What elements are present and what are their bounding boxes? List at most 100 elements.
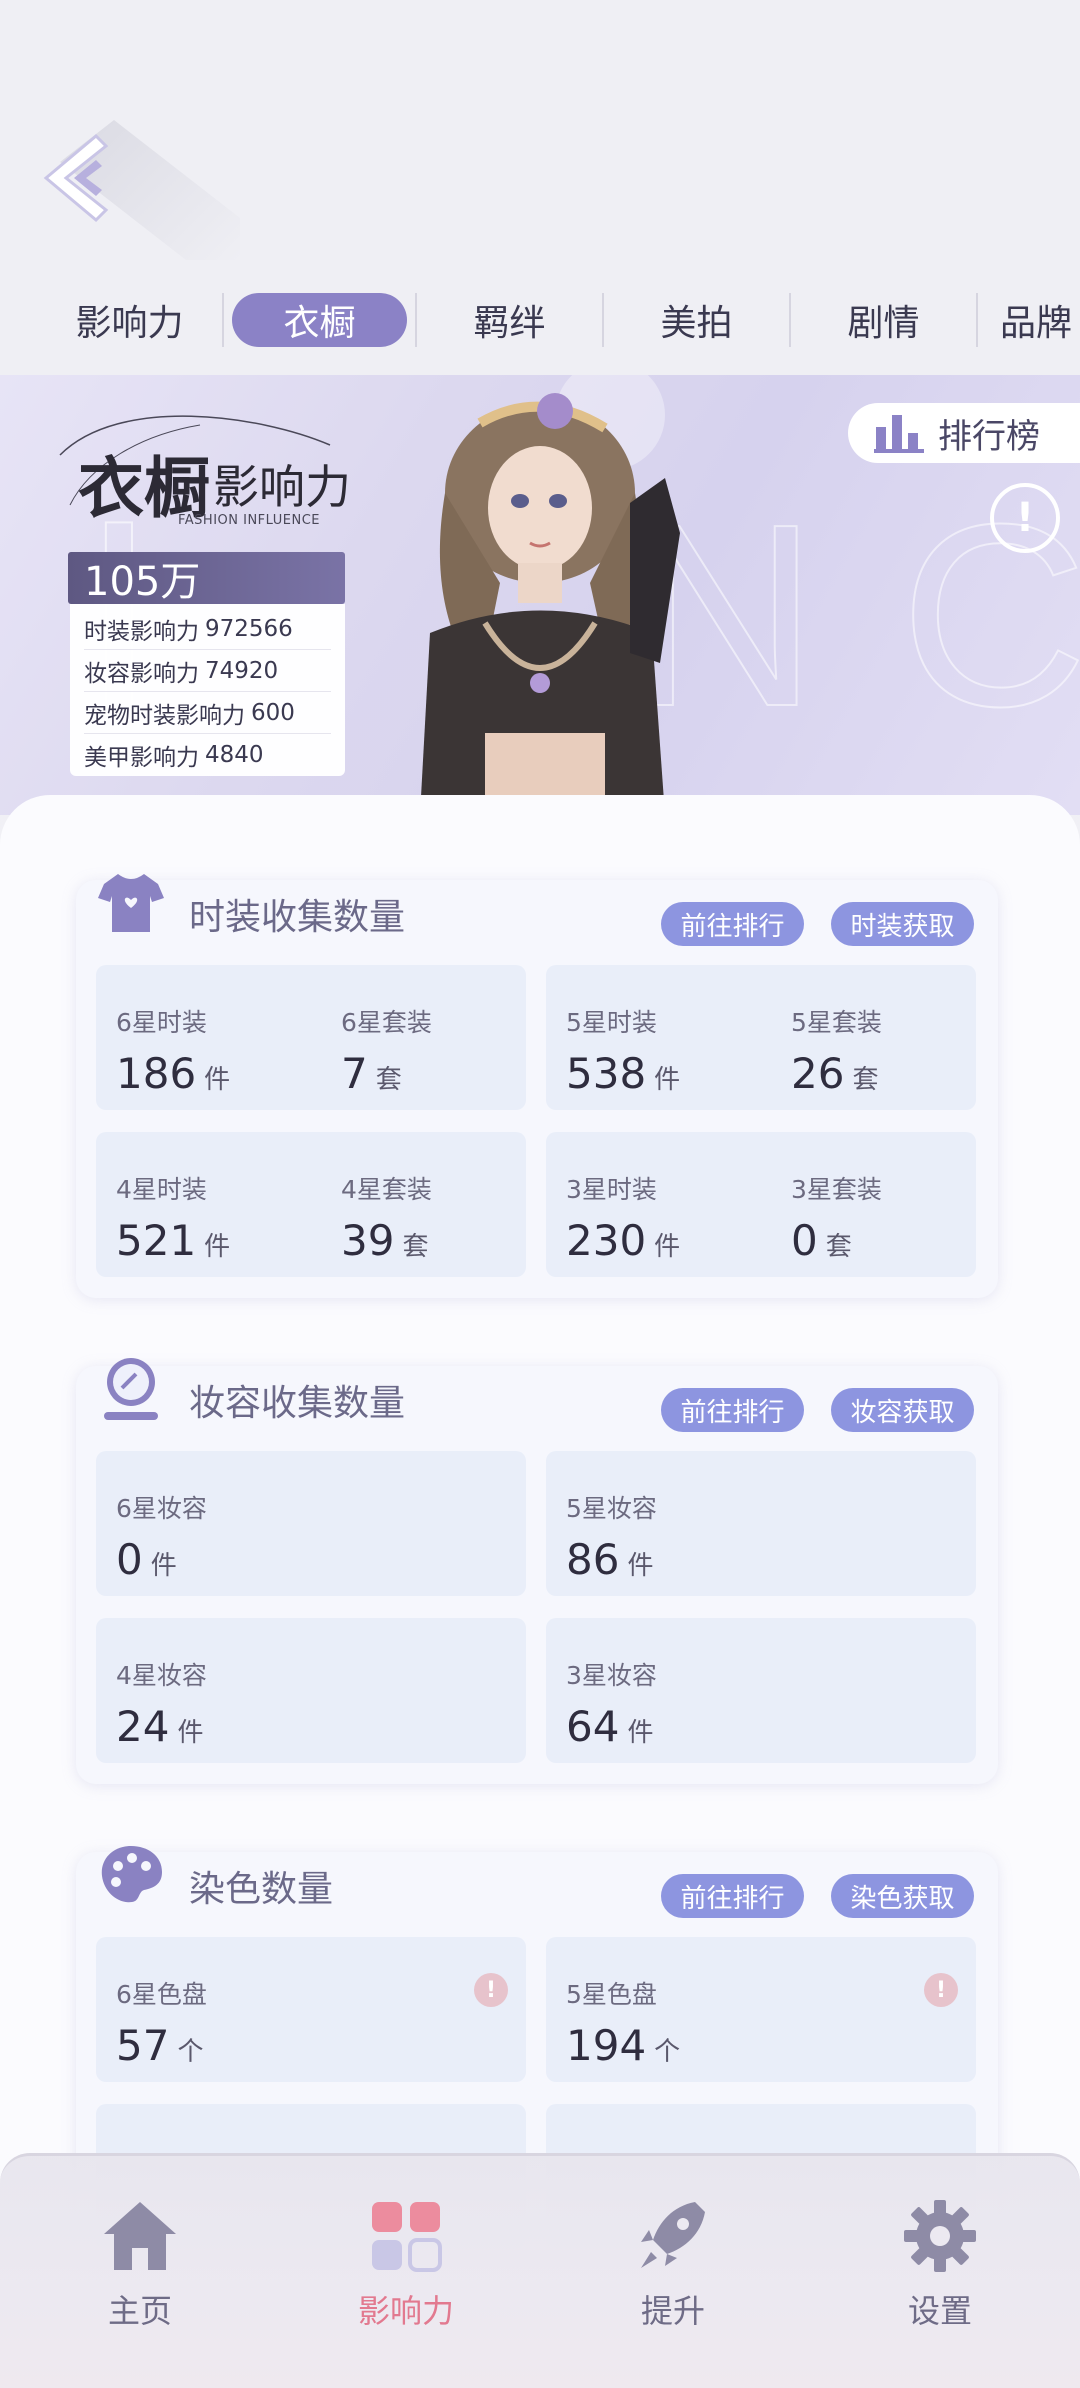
section-header: 染色数量 前往排行 染色获取	[76, 1846, 998, 1937]
stat-label: 5星妆容	[566, 1494, 657, 1523]
influence-breakdown: 时装影响力 972566 妆容影响力 74920 宠物时装影响力 600 美甲影…	[70, 604, 345, 776]
top-bar: 影响力 衣橱 羁绊 美拍 剧情 品牌	[0, 0, 1080, 375]
stat-label: 4星套装	[341, 1175, 432, 1204]
go-ranking-button[interactable]: 前往排行	[661, 1874, 804, 1918]
stat-label: 5星时装	[566, 1008, 657, 1037]
stat-number: 64	[566, 1702, 620, 1751]
stat-unit: 件	[204, 1065, 231, 1095]
stat-label: 3星妆容	[566, 1661, 657, 1690]
stat-unit: 套	[402, 1232, 429, 1262]
section-header: 时装收集数量 前往排行 时装获取	[76, 874, 998, 965]
rocket-icon	[641, 2202, 705, 2268]
stat-card: 6星时装 186 件 6星套装 7套	[96, 965, 526, 1110]
stat-unit: 件	[654, 1232, 681, 1262]
stat-label: 6星色盘	[116, 1980, 207, 2009]
stat-cell: 6星色盘 57 个	[116, 1975, 207, 2070]
stat-cell: 4星妆容 24 件	[116, 1656, 207, 1751]
stat-number: 7	[341, 1049, 368, 1098]
mirror-icon	[104, 1358, 158, 1420]
stat-number: 0	[116, 1535, 143, 1584]
home-icon	[104, 2202, 176, 2270]
stat-cell: 6星套装 7套	[341, 1003, 432, 1098]
nav-home[interactable]: 主页	[65, 2196, 215, 2336]
stat-unit: 件	[204, 1232, 231, 1262]
nav-label: 提升	[640, 2292, 705, 2330]
nav-label: 设置	[907, 2292, 972, 2330]
stat-unit: 件	[654, 1065, 681, 1095]
gear-icon	[904, 2200, 976, 2272]
stat-cell: 5星套装 26 套	[791, 1003, 882, 1098]
stat-label: 4星妆容	[116, 1661, 207, 1690]
tab-story[interactable]: 剧情	[791, 293, 976, 347]
tab-bar: 影响力 衣橱 羁绊 美拍 剧情 品牌	[0, 285, 1080, 355]
go-ranking-button[interactable]: 前往排行	[661, 1388, 804, 1432]
back-arrow-icon	[43, 133, 109, 223]
stat-cell: 5星时装 538 件	[566, 1003, 680, 1098]
stat-card: 3星妆容 64 件	[546, 1618, 976, 1763]
stat-card: 6星妆容 0件	[96, 1451, 526, 1596]
nav-label: 主页	[107, 2292, 172, 2330]
stat-label: 6星妆容	[116, 1494, 207, 1523]
stat-card: 5星妆容 86 件	[546, 1451, 976, 1596]
stat-unit: 件	[627, 1718, 654, 1748]
tab-bond[interactable]: 羁绊	[417, 293, 602, 347]
stat-unit: 个	[177, 2037, 204, 2067]
stat-label: 6星套装	[341, 1008, 432, 1037]
palette-icon	[101, 1846, 162, 1903]
tab-wardrobe[interactable]: 衣橱	[232, 293, 407, 347]
stat-cell: 3星套装 0套	[791, 1170, 882, 1265]
stat-label: 3星套装	[791, 1175, 882, 1204]
makeup-obtain-button[interactable]: 妆容获取	[831, 1388, 974, 1432]
stat-number: 521	[116, 1216, 197, 1265]
stat-number: 186	[116, 1049, 197, 1098]
tab-divider	[222, 293, 224, 347]
nav-label: 影响力	[357, 2292, 454, 2330]
leaderboard-label: 排行榜	[938, 416, 1040, 457]
stat-value: 74920	[205, 657, 279, 684]
stat-label: 4星时装	[116, 1175, 207, 1204]
nav-upgrade[interactable]: 提升	[598, 2196, 748, 2336]
nav-settings[interactable]: 设置	[865, 2196, 1015, 2336]
stat-label: 时装影响力	[84, 618, 199, 645]
nav-influence[interactable]: 影响力	[331, 2196, 481, 2336]
stat-label: 5星色盘	[566, 1980, 657, 2009]
tab-brand[interactable]: 品牌	[978, 293, 1080, 347]
stat-nail: 美甲影响力 4840	[84, 734, 331, 776]
info-icon[interactable]: !	[990, 483, 1060, 553]
fashion-obtain-button[interactable]: 时装获取	[831, 902, 974, 946]
stat-number: 86	[566, 1535, 620, 1584]
stat-cell: 3星妆容 64 件	[566, 1656, 657, 1751]
bottom-navigation: 主页 影响力 提升 设置	[0, 2153, 1080, 2388]
character-illustration	[420, 393, 680, 815]
stat-cell: 6星时装 186 件	[116, 1003, 230, 1098]
go-ranking-button[interactable]: 前往排行	[661, 902, 804, 946]
stat-value: 600	[251, 699, 295, 726]
banner-title-sub: 影响力	[213, 460, 351, 514]
stat-unit: 套	[852, 1065, 879, 1095]
tshirt-icon	[98, 874, 164, 932]
stat-number: 24	[116, 1702, 170, 1751]
fashion-collection-section: 时装收集数量 前往排行 时装获取 6星时装 186 件 6星套装 7套 5星时装 …	[76, 874, 998, 1298]
stat-card: 4星时装 521 件 4星套装 39 套	[96, 1132, 526, 1277]
stat-card: 6星色盘 57 个 !	[96, 1937, 526, 2082]
wardrobe-banner: I N C 衣橱 影响力 FASHION INFLUENCE 105万 时装影响…	[0, 375, 1080, 815]
section-title: 妆容收集数量	[189, 1383, 406, 1424]
section-title: 染色数量	[189, 1869, 334, 1910]
info-icon[interactable]: !	[474, 1973, 508, 2007]
dye-obtain-button[interactable]: 染色获取	[831, 1874, 974, 1918]
section-header: 妆容收集数量 前往排行 妆容获取	[76, 1358, 998, 1451]
leaderboard-button[interactable]: 排行榜	[848, 403, 1080, 463]
stat-cell: 3星时装 230 件	[566, 1170, 680, 1265]
stat-cell: 5星妆容 86 件	[566, 1489, 657, 1584]
stat-card: 5星色盘 194 个 !	[546, 1937, 976, 2082]
info-icon[interactable]: !	[924, 1973, 958, 2007]
stat-label: 3星时装	[566, 1175, 657, 1204]
stat-unit: 套	[375, 1065, 402, 1095]
stat-cell: 4星时装 521 件	[116, 1170, 230, 1265]
makeup-collection-section: 妆容收集数量 前往排行 妆容获取 6星妆容 0件 5星妆容 86 件 4星妆容 2…	[76, 1358, 998, 1784]
stat-card: 4星妆容 24 件	[96, 1618, 526, 1763]
tab-influence[interactable]: 影响力	[37, 293, 222, 347]
back-button[interactable]	[36, 130, 156, 240]
tab-photo[interactable]: 美拍	[604, 293, 789, 347]
banner-title-en: FASHION INFLUENCE	[178, 513, 321, 528]
